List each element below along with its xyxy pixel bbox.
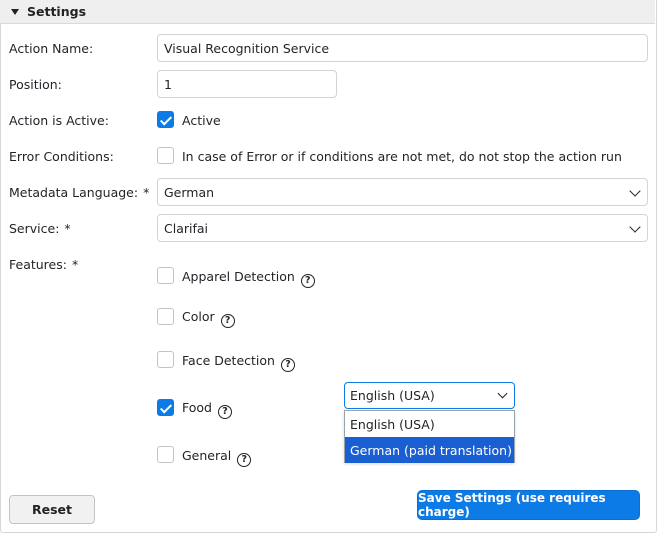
service-label: Service: * (9, 221, 71, 236)
feature-food-label: Food? (182, 400, 232, 419)
features-label-text: Features: (9, 257, 67, 272)
reset-button[interactable]: Reset (9, 495, 95, 524)
error-conditions-checkbox[interactable] (157, 147, 174, 164)
feature-apparel-text: Apparel Detection (182, 269, 295, 284)
save-settings-button[interactable]: Save Settings (use requires charge) (417, 490, 640, 520)
action-name-value: Visual Recognition Service (164, 40, 330, 56)
help-icon[interactable]: ? (217, 405, 232, 419)
settings-header[interactable]: Settings (0, 0, 655, 24)
help-icon[interactable]: ? (280, 358, 295, 372)
food-language-value: English (USA) (350, 388, 435, 403)
feature-food-checkbox[interactable] (157, 399, 174, 416)
language-option-german[interactable]: German (paid translation) (345, 437, 514, 463)
language-option-english[interactable]: English (USA) (345, 411, 514, 437)
metadata-language-label-text: Metadata Language: (9, 185, 139, 200)
active-checkbox-label: Active (182, 113, 221, 128)
feature-color-label: Color? (182, 309, 235, 328)
action-name-input[interactable]: Visual Recognition Service (157, 34, 648, 62)
chevron-down-icon (497, 388, 508, 399)
feature-color-checkbox[interactable] (157, 308, 174, 325)
feature-face-text: Face Detection (182, 353, 275, 368)
food-language-select[interactable]: English (USA) (344, 382, 515, 409)
position-label: Position: (9, 77, 62, 92)
active-checkbox[interactable] (157, 111, 174, 128)
settings-title: Settings (27, 4, 87, 19)
help-icon[interactable]: ? (300, 274, 315, 288)
feature-face-checkbox[interactable] (157, 351, 174, 368)
service-select[interactable]: Clarifai (157, 214, 648, 242)
caret-down-icon[interactable] (11, 9, 19, 15)
feature-general-text: General (182, 448, 232, 463)
feature-apparel-label: Apparel Detection? (182, 269, 315, 288)
chevron-down-icon (629, 221, 641, 233)
feature-food-text: Food (182, 400, 212, 415)
required-marker: * (64, 221, 71, 236)
metadata-language-label: Metadata Language: * (9, 185, 149, 200)
help-icon[interactable]: ? (237, 453, 252, 467)
metadata-language-select[interactable]: German (157, 178, 648, 206)
required-marker: * (143, 185, 150, 200)
features-label: Features: * (9, 257, 78, 272)
position-value: 1 (164, 76, 172, 92)
metadata-language-value: German (164, 184, 215, 200)
position-input[interactable]: 1 (157, 70, 337, 98)
feature-general-checkbox[interactable] (157, 446, 174, 463)
error-conditions-label: Error Conditions: (9, 149, 114, 164)
required-marker: * (71, 257, 79, 272)
error-conditions-checkbox-label: In case of Error or if conditions are no… (182, 149, 622, 164)
chevron-down-icon (629, 185, 641, 197)
feature-apparel-checkbox[interactable] (157, 267, 174, 284)
feature-face-label: Face Detection? (182, 353, 295, 372)
help-icon[interactable]: ? (220, 314, 235, 328)
service-label-text: Service: (9, 221, 60, 236)
feature-color-text: Color (182, 309, 215, 324)
feature-general-label: General? (182, 448, 252, 467)
service-value: Clarifai (164, 220, 209, 236)
active-label: Action is Active: (9, 113, 109, 128)
food-language-dropdown: English (USA) German (paid translation) (344, 410, 515, 463)
action-name-label: Action Name: (9, 41, 94, 56)
